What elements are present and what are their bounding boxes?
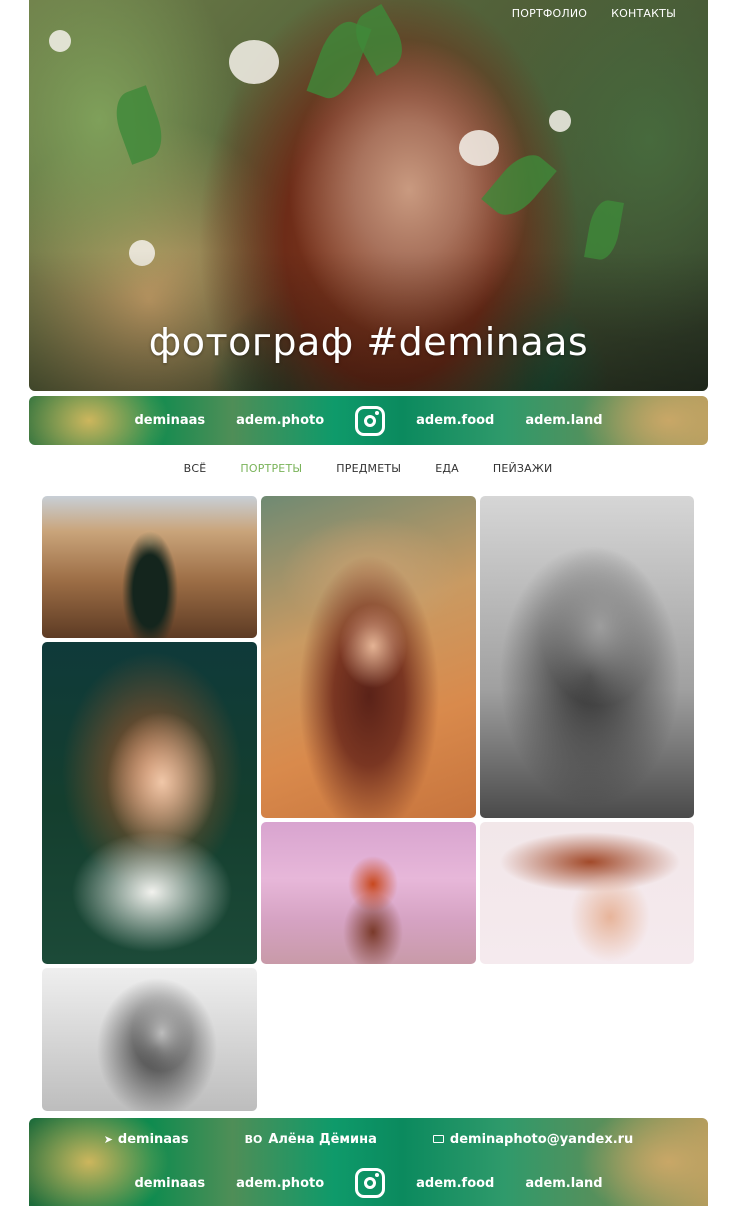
filter-objects[interactable]: ПРЕДМЕТЫ [336,462,401,475]
footer-link-deminaas[interactable]: deminaas [134,1176,205,1191]
social-link-adem-photo[interactable]: adem.photo [236,413,324,428]
leaf-decoration [108,85,170,165]
portfolio-photo[interactable] [261,822,476,964]
portfolio-photo[interactable] [480,822,694,964]
mail-icon [432,1135,444,1143]
instagram-icon[interactable] [355,1168,386,1198]
portfolio-photo[interactable] [480,496,694,818]
filter-food[interactable]: ЕДА [435,462,459,475]
portfolio-photo[interactable] [261,496,476,818]
flower-decoration [459,130,499,166]
social-link-adem-land[interactable]: adem.land [525,413,602,428]
instagram-icon[interactable] [355,405,386,436]
telegram-link[interactable]: ➤ deminaas [104,1132,189,1147]
social-link-deminaas[interactable]: deminaas [134,413,205,428]
footer-link-adem-food[interactable]: adem.food [416,1176,494,1191]
hero-banner: ПОРТФОЛИО КОНТАКТЫ фотограф #deminaas [29,0,708,391]
portfolio-photo[interactable] [42,496,257,638]
footer: ➤ deminaas ВО Алёна Дёмина deminaphoto@yan… [29,1118,708,1206]
social-link-adem-food[interactable]: adem.food [416,413,494,428]
footer-social-links: deminaas adem.photo adem.food adem.land [29,1166,708,1200]
social-links: deminaas adem.photo adem.food adem.land [29,396,708,445]
top-nav: ПОРТФОЛИО КОНТАКТЫ [512,7,676,20]
social-bar: deminaas adem.photo adem.food adem.land [29,396,708,445]
flower-decoration [229,40,279,84]
portfolio-photo[interactable] [42,642,257,964]
portfolio-photo[interactable] [42,968,257,1111]
email-link[interactable]: deminaphoto@yandex.ru [432,1132,633,1147]
hero-title: фотограф #deminaas [148,320,589,364]
footer-link-adem-photo[interactable]: adem.photo [236,1176,324,1191]
footer-link-adem-land[interactable]: adem.land [525,1176,602,1191]
flower-decoration [49,30,71,52]
footer-contacts: ➤ deminaas ВО Алёна Дёмина deminaphoto@yan… [29,1128,708,1150]
vk-link[interactable]: ВО Алёна Дёмина [245,1132,377,1147]
filter-all[interactable]: ВСЁ [184,462,207,475]
vk-icon: ВО [244,1132,263,1146]
nav-contacts-link[interactable]: КОНТАКТЫ [611,7,676,20]
nav-portfolio-link[interactable]: ПОРТФОЛИО [512,7,587,20]
flower-decoration [549,110,571,132]
filter-landscapes[interactable]: ПЕЙЗАЖИ [493,462,553,475]
telegram-icon: ➤ [103,1132,113,1146]
filter-portraits[interactable]: ПОРТРЕТЫ [240,462,302,475]
category-filters: ВСЁ ПОРТРЕТЫ ПРЕДМЕТЫ ЕДА ПЕЙЗАЖИ [0,462,736,475]
